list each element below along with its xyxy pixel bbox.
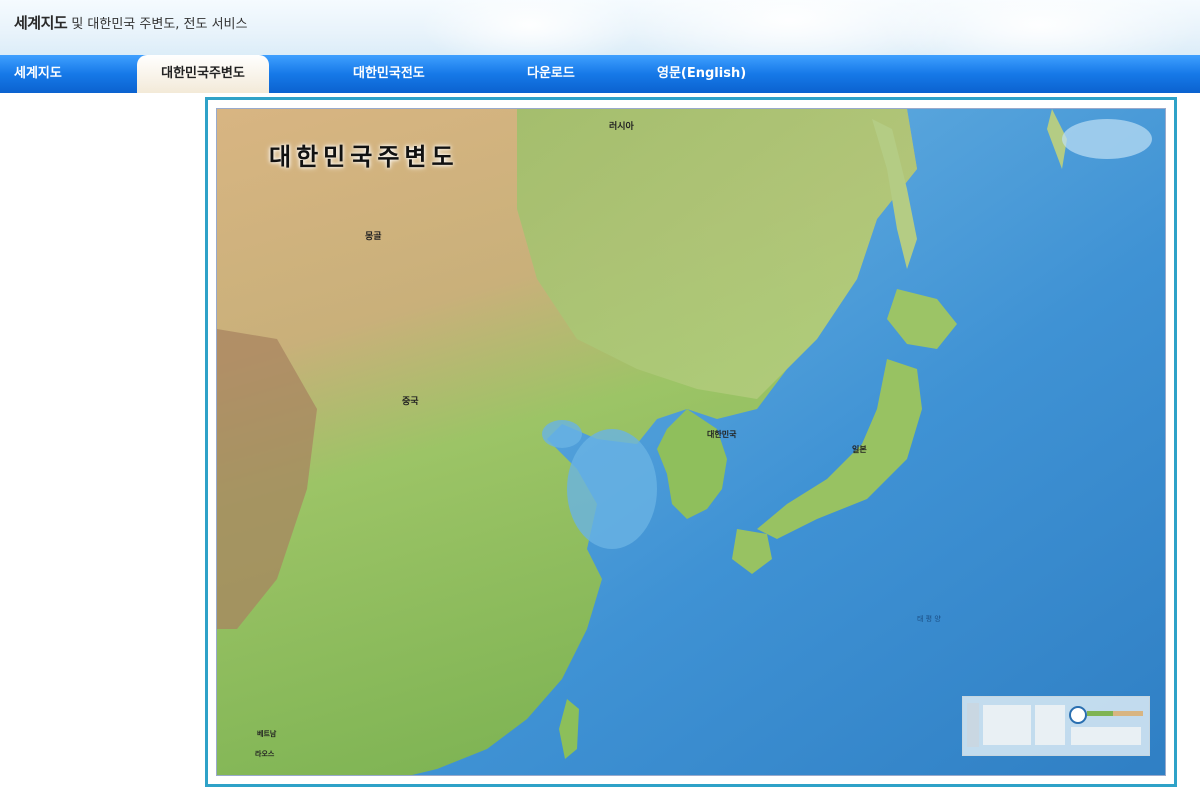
main-nav: 세계지도 대한민국주변도 대한민국전도 다운로드 영문(English): [0, 55, 1200, 93]
label-russia: 러시아: [609, 122, 634, 132]
label-japan: 일본: [852, 445, 867, 454]
cloud-decoration: [880, 0, 1200, 55]
site-title-rest: 및 대한민국 주변도, 전도 서비스: [67, 17, 248, 32]
label-china: 중국: [402, 397, 419, 407]
map-graphic: [217, 109, 1165, 775]
label-laos: 라오스: [255, 750, 275, 758]
nav-tab-download[interactable]: 다운로드: [527, 55, 575, 93]
label-korea: 대한민국: [707, 430, 737, 439]
nav-tab-korea-surroundings[interactable]: 대한민국주변도: [137, 55, 269, 93]
nav-tab-world-map[interactable]: 세계지도: [14, 55, 62, 93]
label-pacific: 태 평 양: [917, 615, 941, 623]
site-title-strong: 세계지도: [14, 14, 68, 32]
legend-graphic: [967, 703, 1143, 747]
map-frame: 대한민국주변도 러시아 몽골 중국 대한민국 일본 베트남 라오스 태 평 양: [205, 97, 1177, 787]
map-legend: [962, 696, 1150, 756]
nav-tab-korea-map[interactable]: 대한민국전도: [353, 55, 425, 93]
label-mongolia: 몽골: [365, 232, 382, 242]
map-title: 대한민국주변도: [269, 143, 459, 171]
map-image[interactable]: 대한민국주변도 러시아 몽골 중국 대한민국 일본 베트남 라오스 태 평 양: [216, 108, 1166, 776]
nav-tab-english[interactable]: 영문(English): [657, 55, 746, 93]
site-header: 세계지도 및 대한민국 주변도, 전도 서비스: [0, 0, 1200, 55]
cloud-decoration: [420, 0, 640, 55]
label-vietnam: 베트남: [257, 730, 277, 738]
site-title: 세계지도 및 대한민국 주변도, 전도 서비스: [14, 12, 247, 33]
